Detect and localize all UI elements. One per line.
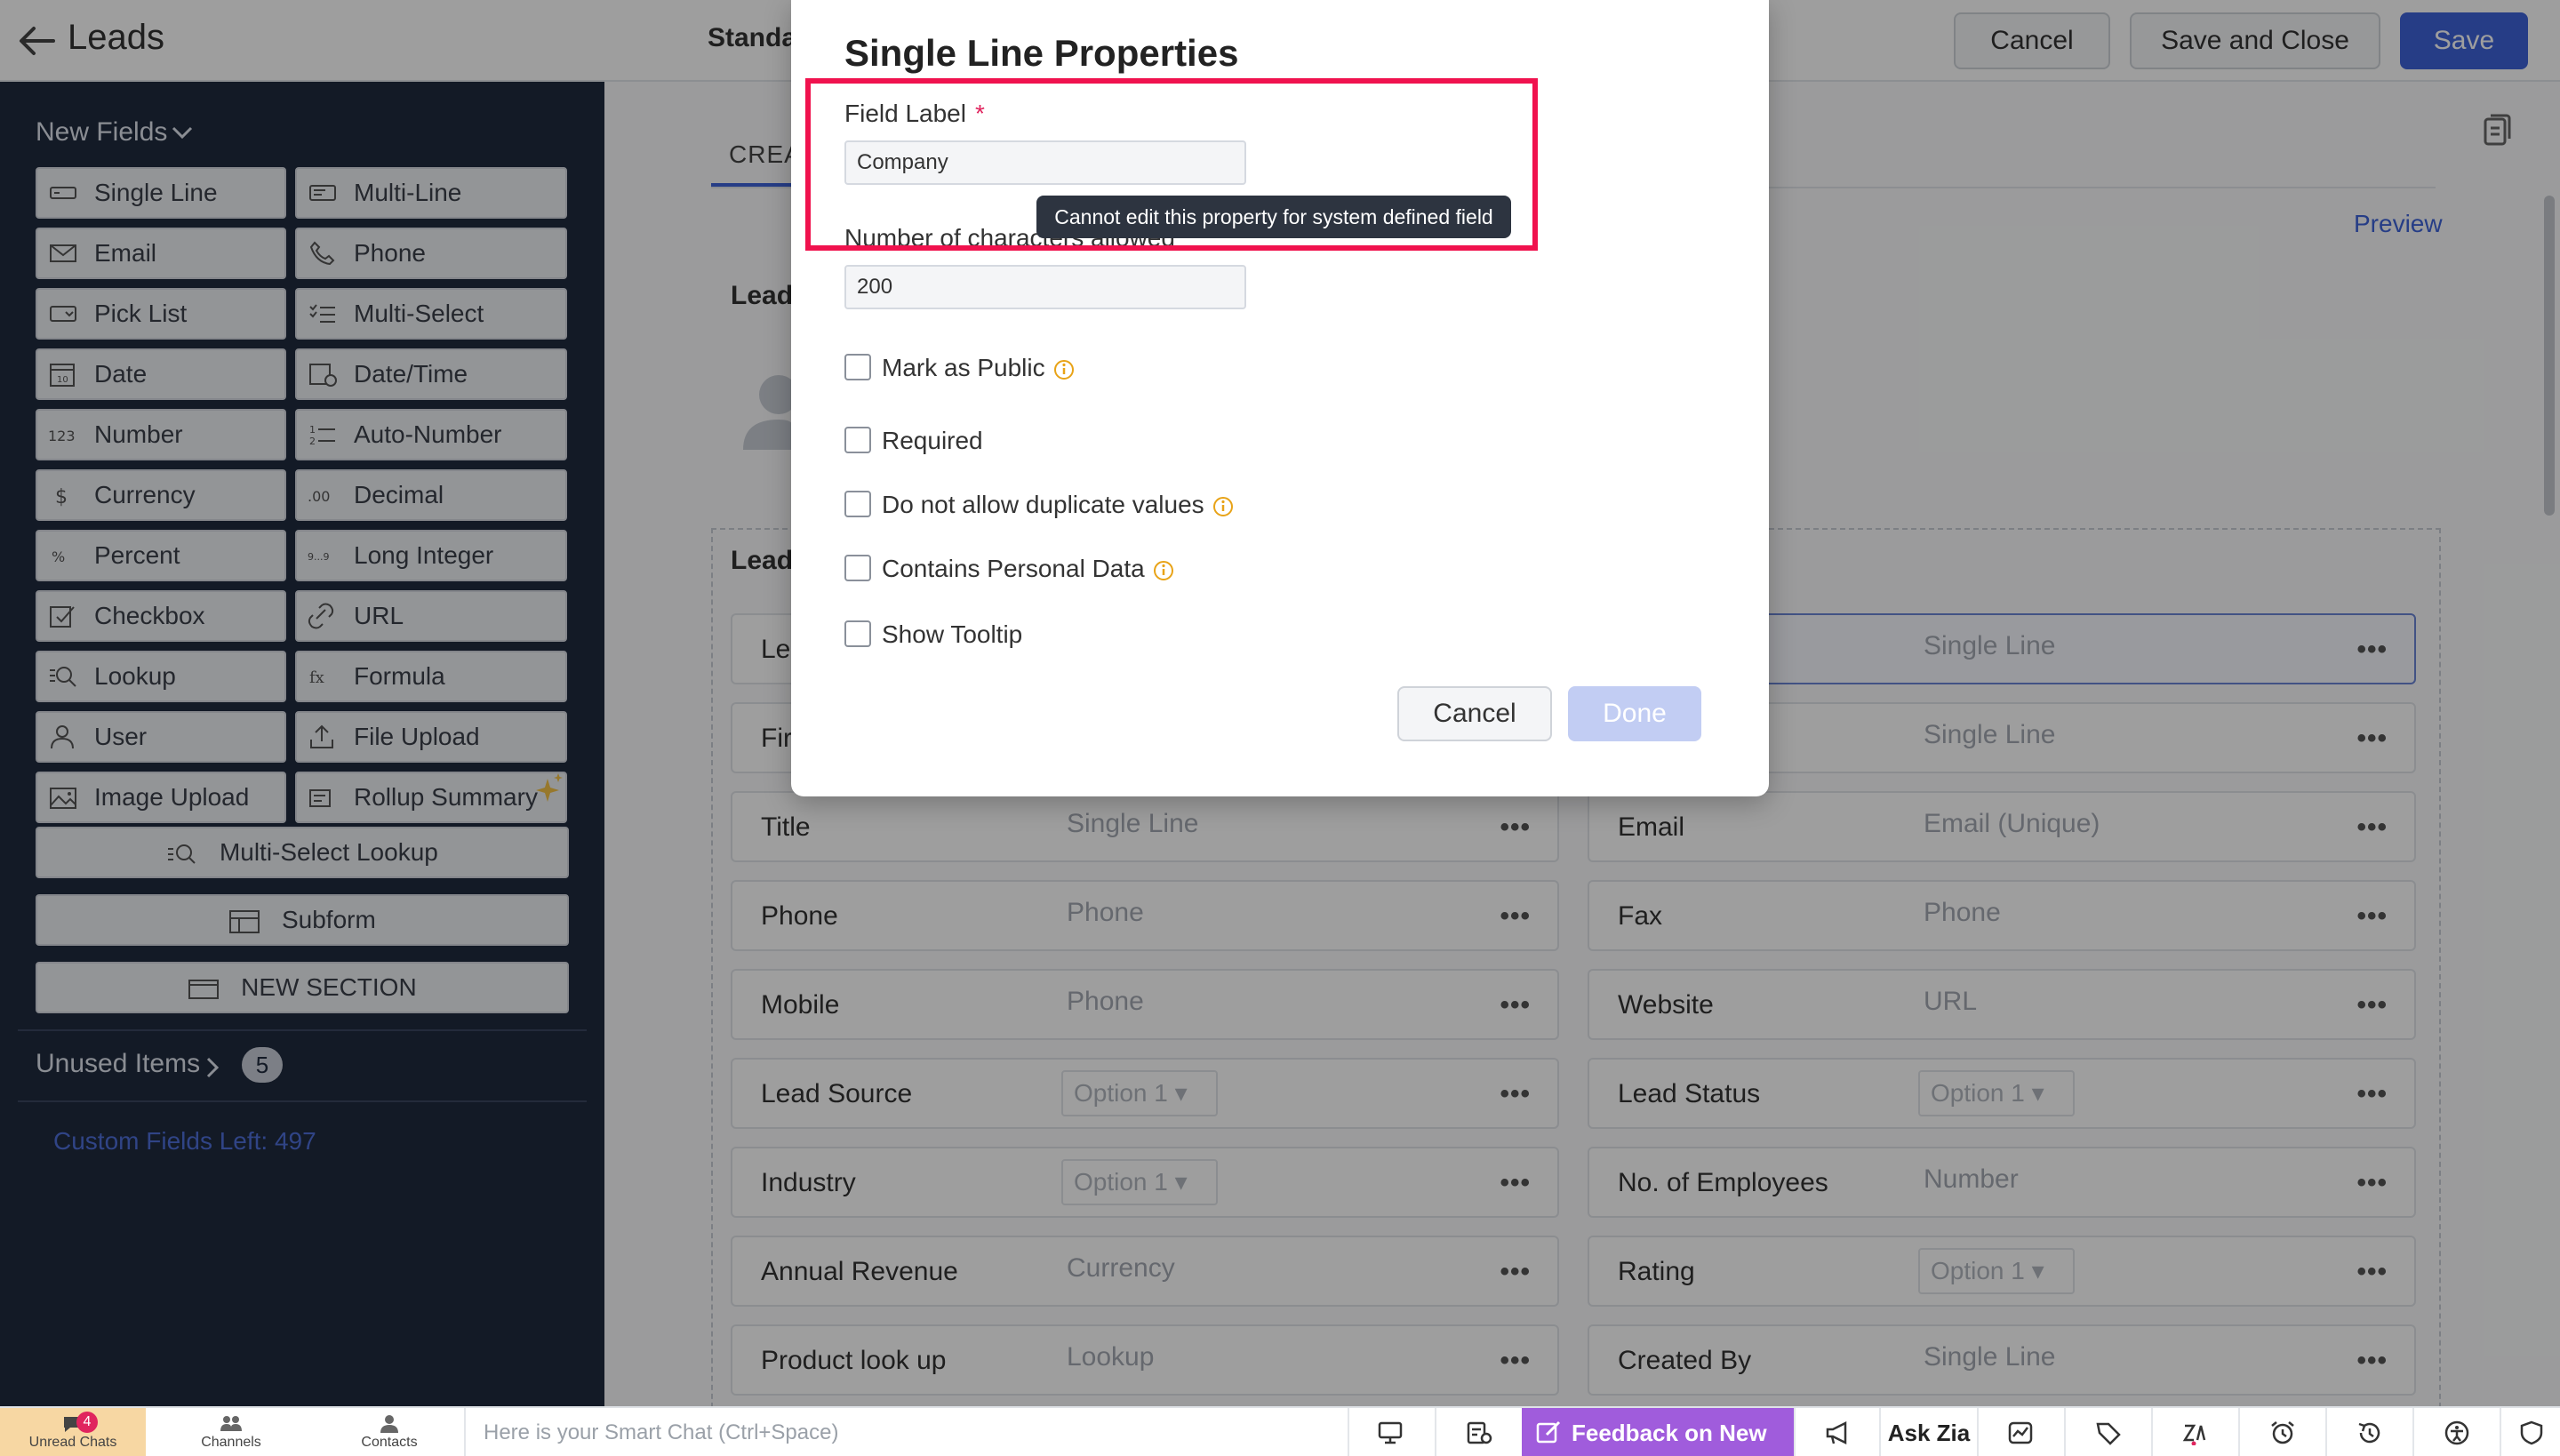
info-icon[interactable] (1212, 495, 1235, 518)
reminders-button[interactable] (2238, 1408, 2324, 1456)
feedback-button[interactable]: Feedback on New UI (1522, 1408, 1794, 1456)
screen-share-button[interactable] (1348, 1408, 1433, 1456)
accessibility-icon (2444, 1420, 2469, 1445)
info-icon[interactable] (1052, 358, 1076, 381)
checkbox-label: Contains Personal Data (882, 555, 1145, 582)
notes-button[interactable] (1435, 1408, 1520, 1456)
analytics-button[interactable] (1977, 1408, 2062, 1456)
alarm-clock-icon (2271, 1421, 2294, 1444)
contacts-button[interactable]: Contacts (324, 1408, 455, 1456)
megaphone-icon (1826, 1420, 1847, 1445)
info-icon[interactable] (1152, 559, 1175, 582)
announcements-button[interactable] (1794, 1408, 1879, 1456)
bottom-bar: 4 Unread Chats Channels Contacts Here is… (0, 1406, 2560, 1456)
checkbox[interactable] (844, 427, 871, 453)
screen-share-icon (1378, 1421, 1403, 1444)
accessibility-button[interactable] (2412, 1408, 2498, 1456)
checkbox-label: Mark as Public (882, 354, 1045, 381)
checkbox-row: Show Tooltip (844, 620, 1378, 651)
tooltip: Cannot edit this property for system def… (1036, 196, 1511, 238)
shield-button[interactable] (2500, 1408, 2560, 1456)
zia-icon (2182, 1424, 2206, 1445)
checkbox[interactable] (844, 354, 871, 380)
channels-label: Channels (201, 1435, 261, 1450)
modal-title: Single Line Properties (844, 32, 1239, 74)
channels-button[interactable]: Channels (165, 1408, 297, 1456)
tag-button[interactable] (2064, 1408, 2149, 1456)
channels-icon (220, 1416, 242, 1431)
smart-chat-input[interactable]: Here is your Smart Chat (Ctrl+Space) (464, 1408, 1348, 1456)
shield-icon (2520, 1420, 2543, 1445)
checkbox[interactable] (844, 620, 871, 647)
edit-icon (1536, 1420, 1561, 1444)
history-button[interactable] (2325, 1408, 2411, 1456)
notes-icon (1467, 1421, 1492, 1444)
tag-icon (2096, 1422, 2121, 1445)
unread-chats-button[interactable]: 4 Unread Chats (0, 1408, 146, 1456)
contacts-label: Contacts (361, 1435, 418, 1450)
analytics-icon (2008, 1421, 2033, 1444)
ask-zia-button[interactable]: Ask Zia (1879, 1408, 1977, 1456)
feedback-label: Feedback on New UI (1572, 1420, 1767, 1446)
checkbox-label: Required (882, 427, 983, 454)
unread-count-badge: 4 (76, 1412, 98, 1433)
checkbox-row: Required (844, 427, 1378, 457)
checkbox-label: Do not allow duplicate values (882, 491, 1204, 518)
checkbox-label: Show Tooltip (882, 620, 1023, 648)
checkbox-row: Do not allow duplicate values (844, 491, 1378, 521)
checkbox-row: Mark as Public (844, 354, 1378, 384)
checkbox-row: Contains Personal Data (844, 555, 1378, 585)
unread-chats-label: Unread Chats (28, 1435, 117, 1450)
chars-allowed-input[interactable] (844, 265, 1246, 309)
modal-done-button[interactable]: Done (1568, 686, 1701, 741)
zia-button[interactable] (2151, 1408, 2236, 1456)
modal-cancel-button[interactable]: Cancel (1397, 686, 1552, 741)
checkbox[interactable] (844, 491, 871, 517)
history-icon (2358, 1422, 2380, 1444)
checkbox[interactable] (844, 555, 871, 581)
contacts-icon (380, 1415, 398, 1433)
